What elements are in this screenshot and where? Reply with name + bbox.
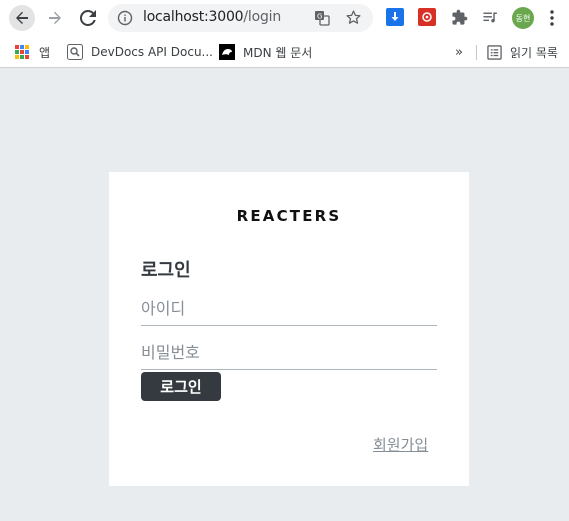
translate-icon[interactable]: G (314, 10, 330, 26)
login-button[interactable]: 로그인 (141, 372, 221, 401)
forward-arrow-icon (49, 11, 61, 24)
puzzle-icon (451, 9, 467, 25)
bookmarks-overflow-button[interactable]: » (455, 43, 463, 61)
mdn-icon (219, 44, 235, 60)
app-logo[interactable]: REACTERS (109, 207, 469, 225)
forward-button[interactable] (42, 5, 68, 31)
devdocs-icon (67, 44, 83, 60)
media-control-button[interactable] (481, 8, 499, 26)
kebab-menu-icon[interactable] (549, 9, 555, 27)
media-icon (482, 12, 497, 22)
bookmark-devdocs-label: DevDocs API Docu... (91, 45, 213, 59)
profile-avatar[interactable]: 동현 (512, 7, 534, 29)
reading-list-label: 읽기 목록 (510, 45, 558, 60)
star-icon[interactable] (345, 9, 362, 26)
password-input[interactable] (141, 340, 437, 370)
bookmark-apps-label: 앱 (39, 45, 51, 60)
info-icon[interactable] (117, 10, 133, 26)
profile-label: 동현 (515, 13, 531, 23)
url-text[interactable]: localhost:3000/login (143, 9, 281, 25)
back-button[interactable] (9, 5, 35, 31)
download-extension-button[interactable] (386, 8, 404, 26)
bookmarks-bar: 앱 DevDocs API Docu... MDN 웹 문서 » 읽기 목록 (0, 36, 569, 68)
username-input[interactable] (141, 296, 437, 326)
bookmark-mdn-label: MDN 웹 문서 (243, 45, 313, 60)
bookmarks-divider (476, 45, 477, 60)
reload-button[interactable] (75, 5, 101, 31)
reading-list-icon (486, 44, 502, 60)
back-arrow-icon (16, 11, 28, 24)
reload-icon (80, 10, 96, 26)
address-bar[interactable]: localhost:3000/login G (108, 4, 373, 32)
extensions-button[interactable] (450, 8, 468, 26)
apps-grid-icon (15, 45, 29, 59)
login-heading: 로그인 (141, 260, 191, 281)
bookmarks-overflow-label: » (455, 44, 463, 60)
url-host: localhost:3000 (143, 9, 244, 25)
svg-text:G: G (317, 13, 322, 21)
bookmark-apps[interactable]: 앱 (15, 43, 50, 61)
url-path: /login (243, 9, 282, 25)
download-icon (391, 12, 399, 21)
register-link[interactable]: 회원가입 (373, 434, 428, 455)
bookmark-mdn[interactable]: MDN 웹 문서 (219, 43, 312, 61)
bookmark-devdocs[interactable]: DevDocs API Docu... (67, 43, 213, 61)
red-extension-button[interactable] (418, 8, 436, 26)
login-card: REACTERS 로그인 로그인 회원가입 (109, 172, 469, 486)
browser-toolbar: localhost:3000/login G 동현 (0, 0, 569, 36)
extension-icon (422, 12, 432, 22)
reading-list-button[interactable]: 읽기 목록 (486, 43, 558, 61)
